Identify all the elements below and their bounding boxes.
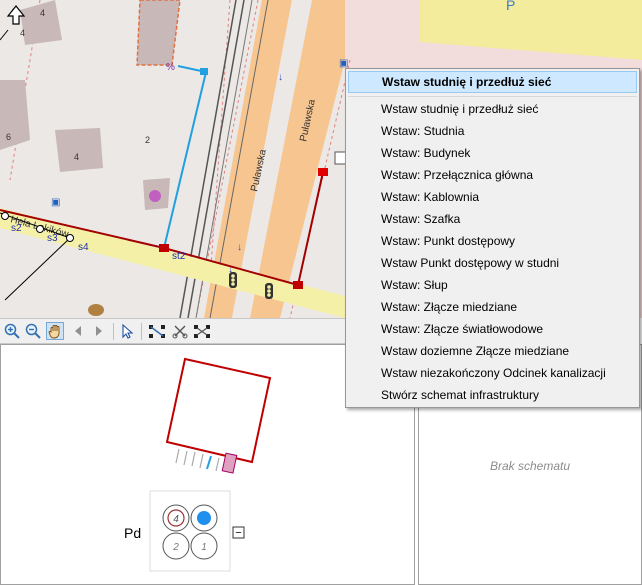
menu-item-insert-cable-room[interactable]: Wstaw: Kablownia <box>348 186 637 208</box>
building-number: 6 <box>6 132 11 142</box>
cut-button[interactable] <box>171 322 189 340</box>
building[interactable] <box>55 128 103 172</box>
zoom-in-button[interactable] <box>3 322 21 340</box>
forward-button[interactable] <box>90 322 108 340</box>
segment-label: st2 <box>172 251 186 262</box>
traffic-light-icon <box>265 283 273 299</box>
duct-group-label: Pd <box>124 525 142 541</box>
connect-nodes-icon <box>149 325 165 338</box>
menu-item-insert-copper-joint[interactable]: Wstaw: Złącze miedziane <box>348 296 637 318</box>
segment-label: s4 <box>78 242 89 253</box>
building-number: 4 <box>74 152 79 162</box>
split-nodes-icon <box>194 325 210 338</box>
manhole-node[interactable] <box>159 244 169 252</box>
direction-arrow-icon: ↓ <box>278 72 283 83</box>
building-number: 4 <box>20 28 25 38</box>
direction-arrow-icon: ↓ <box>237 242 242 253</box>
menu-item-insert-fiber-joint[interactable]: Wstaw: Złącze światłowodowe <box>348 318 637 340</box>
select-button[interactable] <box>118 322 136 340</box>
menu-item-insert-manhole-extend[interactable]: Wstaw studnię i przedłuż sieć <box>348 98 637 120</box>
pan-button[interactable] <box>46 322 64 340</box>
context-menu-header-item[interactable]: Wstaw studnię i przedłuż sieć <box>348 71 637 93</box>
arrow-left-icon <box>75 326 81 336</box>
menu-item-insert-access-point[interactable]: Wstaw: Punkt dostępowy <box>348 230 637 252</box>
manhole-node[interactable] <box>318 168 328 176</box>
duct-number: 2 <box>172 542 179 553</box>
duct-number: 4 <box>173 514 179 525</box>
menu-item-insert-manhole[interactable]: Wstaw: Studnia <box>348 120 637 142</box>
joint-node[interactable] <box>36 225 44 233</box>
pointer-icon <box>122 323 134 339</box>
manhole-schema[interactable] <box>165 357 272 464</box>
building-number: 2 <box>145 135 150 145</box>
menu-item-insert-underground-copper-joint[interactable]: Wstaw doziemne Złącze miedziane <box>348 340 637 362</box>
hand-icon <box>48 325 60 339</box>
bus-stop-icon[interactable]: ▣ <box>51 197 60 208</box>
joint-node[interactable] <box>66 234 74 242</box>
segment-label: s2 <box>11 223 22 234</box>
zoom-out-button[interactable] <box>24 322 42 340</box>
building-number: 4 <box>40 8 45 18</box>
zoom-in-icon <box>4 323 20 339</box>
network-node[interactable] <box>200 68 208 75</box>
connect-button[interactable] <box>148 322 166 340</box>
duct-number: 1 <box>201 542 207 553</box>
menu-item-insert-building[interactable]: Wstaw: Budynek <box>348 142 637 164</box>
menu-item-insert-cabinet[interactable]: Wstaw: Szafka <box>348 208 637 230</box>
context-menu: Wstaw studnię i przedłuż sieć Wstaw stud… <box>345 68 640 408</box>
arrow-right-icon <box>96 326 102 336</box>
traffic-light-icon <box>229 272 237 288</box>
zoom-out-icon <box>25 323 41 339</box>
poi-icon[interactable] <box>88 304 104 316</box>
scissors-icon <box>172 325 188 339</box>
menu-item-insert-pole[interactable]: Wstaw: Słup <box>348 274 637 296</box>
manhole-node[interactable] <box>293 281 303 289</box>
menu-item-create-infrastructure-schema[interactable]: Stwórz schemat infrastruktury <box>348 384 637 406</box>
split-button[interactable] <box>193 322 211 340</box>
splitter-icon[interactable]: % <box>166 62 175 73</box>
menu-item-insert-access-point-in-manhole[interactable]: Wstaw Punkt dostępowy w studni <box>348 252 637 274</box>
back-button[interactable] <box>69 322 87 340</box>
building[interactable] <box>0 80 30 150</box>
segment-label: s3 <box>47 233 58 244</box>
poi-icon[interactable] <box>149 190 161 202</box>
duct-blue[interactable] <box>206 455 212 470</box>
parking-label: P <box>506 0 515 13</box>
menu-separator <box>348 96 637 97</box>
menu-item-insert-main-switch[interactable]: Wstaw: Przełącznica główna <box>348 164 637 186</box>
collapse-icon: − <box>235 527 241 539</box>
joint-node[interactable] <box>1 212 9 220</box>
menu-item-insert-unterminated-duct-segment[interactable]: Wstaw niezakończony Odcinek kanalizacji <box>348 362 637 384</box>
empty-schema-text: Brak schematu <box>489 459 571 473</box>
